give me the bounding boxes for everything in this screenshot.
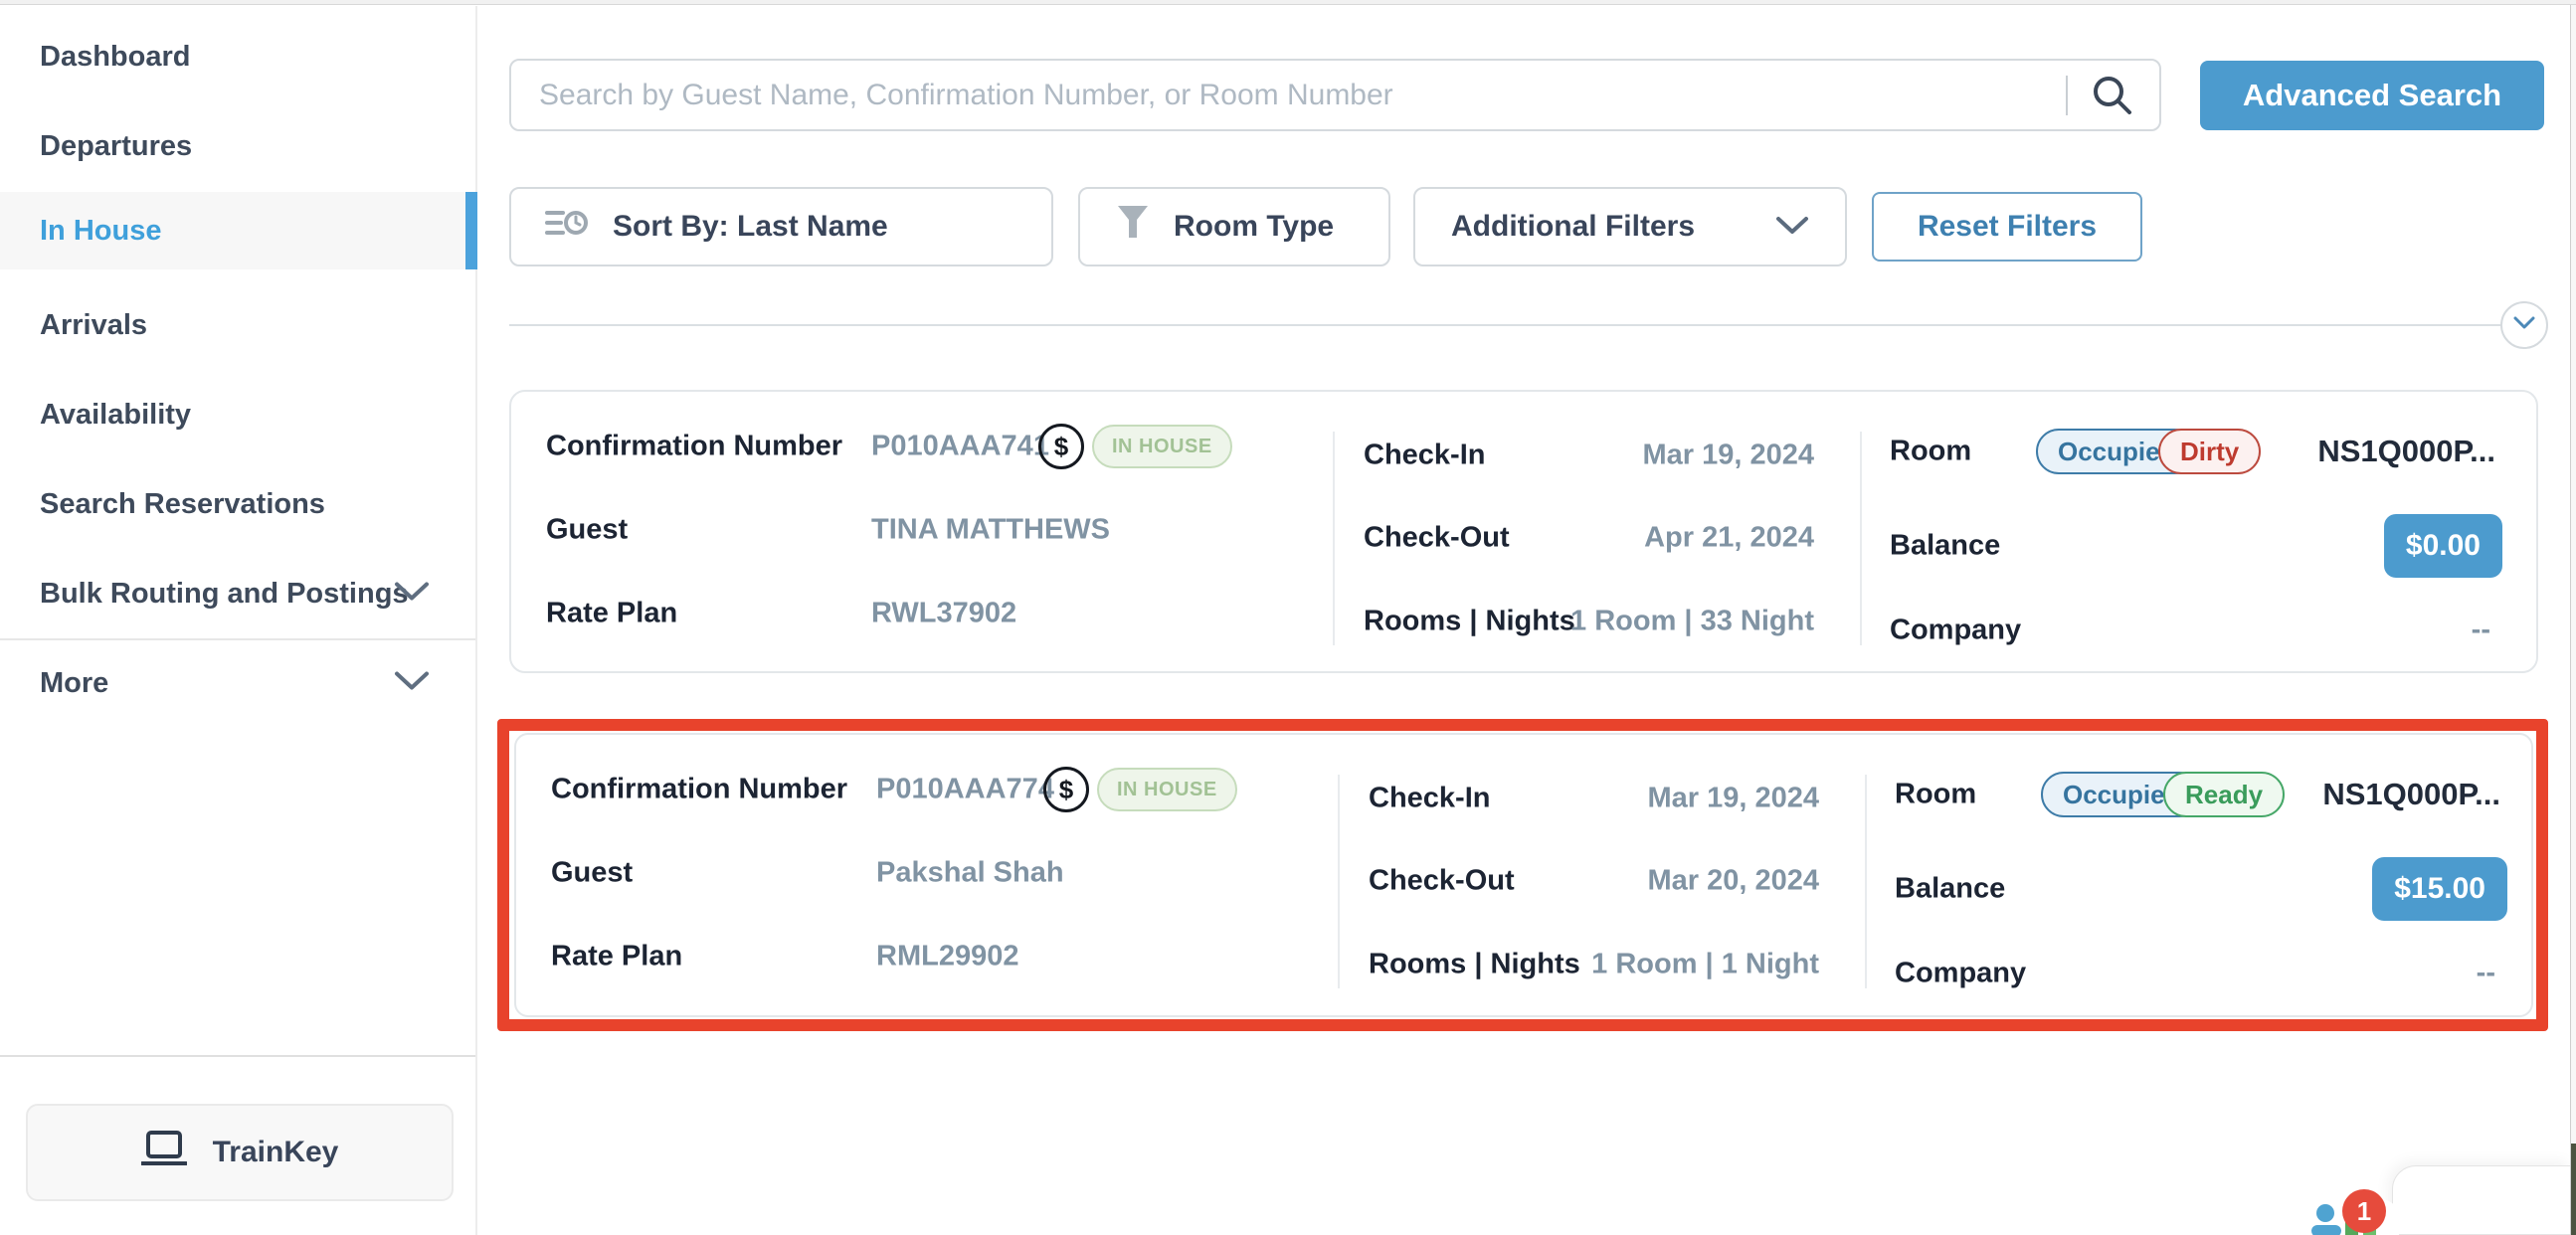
advanced-search-button[interactable]: Advanced Search — [2200, 61, 2544, 130]
balance-label: Balance — [1895, 873, 2005, 906]
check-in-value: Mar 19, 2024 — [1446, 440, 1814, 472]
confirmation-value: P010AAA774 — [876, 774, 1054, 806]
sidebar-item-label: Search Reservations — [40, 488, 325, 521]
laptop-icon — [141, 1130, 187, 1175]
sidebar-item-label: More — [40, 667, 108, 700]
rate-plan-label: Rate Plan — [546, 598, 677, 630]
room-number: NS1Q000P... — [2212, 777, 2500, 812]
trainkey-label: TrainKey — [213, 1136, 339, 1169]
check-out-value: Mar 20, 2024 — [1451, 865, 1819, 898]
sidebar-item-label: In House — [40, 215, 161, 248]
status-badge: IN HOUSE — [1097, 768, 1237, 811]
bottom-right-panel — [2392, 1165, 2571, 1235]
guest-value: Pakshal Shah — [876, 857, 1064, 890]
sidebar-item-arrivals[interactable]: Arrivals — [0, 286, 477, 364]
window-top-strip — [0, 0, 2576, 5]
reservation-card[interactable]: Confirmation Number Guest Rate Plan P010… — [509, 390, 2538, 673]
room-type-label: Room Type — [1174, 210, 1334, 244]
window-right-edge — [2570, 0, 2576, 1235]
additional-filters-dropdown[interactable]: Additional Filters — [1413, 187, 1847, 266]
sort-icon — [545, 205, 589, 249]
sidebar-bottom-divider — [0, 1055, 475, 1057]
room-number: NS1Q000P... — [2207, 434, 2495, 469]
results-divider — [509, 324, 2502, 326]
sidebar-item-more[interactable]: More — [0, 644, 477, 722]
chevron-down-icon — [394, 667, 430, 700]
chevron-down-icon — [394, 578, 430, 611]
guest-label: Guest — [551, 857, 633, 890]
rooms-nights-value: 1 Room | 33 Night — [1446, 606, 1814, 638]
reservation-card[interactable]: Confirmation Number Guest Rate Plan P010… — [514, 733, 2533, 1017]
sidebar-item-label: Departures — [40, 130, 192, 163]
sidebar-item-label: Dashboard — [40, 41, 190, 74]
sidebar-item-departures[interactable]: Departures — [0, 107, 477, 185]
rooms-nights-value: 1 Room | 1 Night — [1451, 949, 1819, 981]
company-value: -- — [2207, 958, 2495, 990]
room-label: Room — [1890, 436, 1971, 468]
funnel-icon — [1116, 204, 1150, 250]
search-input[interactable] — [509, 59, 2161, 131]
chevron-down-icon — [1775, 210, 1809, 244]
balance-label: Balance — [1890, 530, 2000, 563]
confirmation-label: Confirmation Number — [546, 431, 842, 463]
balance-button[interactable]: $0.00 — [2384, 514, 2502, 578]
card-divider — [1333, 432, 1335, 645]
sort-by-dropdown[interactable]: Sort By: Last Name — [509, 187, 1053, 266]
dollar-icon: $ — [1038, 424, 1084, 469]
dollar-icon: $ — [1043, 767, 1089, 812]
confirmation-label: Confirmation Number — [551, 774, 847, 806]
card-divider — [1860, 432, 1862, 645]
sidebar-item-in-house[interactable]: In House — [0, 192, 477, 269]
sidebar-item-label: Availability — [40, 399, 191, 432]
trainkey-button[interactable]: TrainKey — [26, 1104, 454, 1201]
window-right-edge-dark — [2571, 1144, 2576, 1235]
check-out-value: Apr 21, 2024 — [1446, 522, 1814, 555]
card-divider — [1865, 775, 1867, 988]
notification-badge: 1 — [2342, 1189, 2386, 1233]
chevron-down-icon — [2513, 316, 2535, 335]
status-badge: IN HOUSE — [1092, 425, 1232, 468]
balance-button[interactable]: $15.00 — [2372, 857, 2507, 921]
search-divider — [2066, 76, 2068, 115]
sidebar-item-label: Bulk Routing and Postings — [40, 578, 409, 611]
rate-plan-label: Rate Plan — [551, 941, 682, 973]
company-value: -- — [2202, 615, 2490, 647]
collapse-results-button[interactable] — [2500, 301, 2548, 349]
check-in-value: Mar 19, 2024 — [1451, 783, 1819, 815]
sidebar-divider — [0, 638, 475, 640]
company-label: Company — [1890, 615, 2021, 647]
sidebar-item-dashboard[interactable]: Dashboard — [0, 18, 477, 95]
guest-value: TINA MATTHEWS — [871, 514, 1110, 547]
sidebar: Dashboard Departures In House Arrivals A… — [0, 6, 477, 1235]
search-icon[interactable] — [2087, 70, 2138, 121]
sidebar-item-label: Arrivals — [40, 309, 147, 342]
reset-filters-button[interactable]: Reset Filters — [1872, 192, 2142, 262]
room-type-dropdown[interactable]: Room Type — [1078, 187, 1390, 266]
sidebar-item-search-reservations[interactable]: Search Reservations — [0, 465, 477, 543]
card-divider — [1338, 775, 1340, 988]
confirmation-value: P010AAA741 — [871, 431, 1049, 463]
company-label: Company — [1895, 958, 2026, 990]
room-label: Room — [1895, 779, 1976, 811]
sort-by-label: Sort By: Last Name — [613, 210, 888, 244]
sidebar-item-availability[interactable]: Availability — [0, 376, 477, 453]
guest-label: Guest — [546, 514, 628, 547]
rate-plan-value: RWL37902 — [871, 598, 1016, 630]
app-screen: Dashboard Departures In House Arrivals A… — [0, 0, 2576, 1235]
additional-filters-label: Additional Filters — [1451, 210, 1695, 244]
sidebar-item-bulk-routing[interactable]: Bulk Routing and Postings — [0, 555, 477, 632]
rate-plan-value: RML29902 — [876, 941, 1018, 973]
